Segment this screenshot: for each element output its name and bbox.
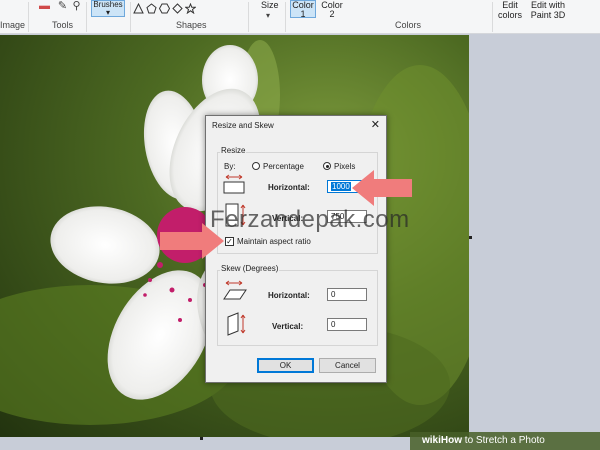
horizontal-label: Horizontal: (268, 183, 310, 192)
divider (130, 2, 131, 32)
star-shape-icon[interactable] (185, 3, 196, 14)
horizontal-value: 1000 (331, 182, 351, 191)
eraser-icon[interactable]: ▬ (38, 1, 51, 12)
percentage-label[interactable]: Percentage (263, 162, 304, 171)
color1-label: Color 1 (292, 0, 314, 19)
maintain-aspect-label[interactable]: Maintain aspect ratio (237, 237, 311, 246)
pointer-arrow-horizontal (352, 170, 412, 206)
diamond-shape-icon[interactable] (172, 3, 183, 14)
skew-group-title: Skew (Degrees) (220, 264, 280, 273)
percentage-radio[interactable] (252, 162, 260, 170)
vertical-skew-icon (227, 312, 246, 336)
divider (86, 2, 87, 32)
caption-how: How (440, 435, 463, 446)
color2-button[interactable]: Color 2 (320, 0, 344, 19)
skew-horizontal-input[interactable]: 0 (327, 288, 367, 301)
by-label: By: (224, 162, 236, 171)
skew-vertical-input[interactable]: 0 (327, 318, 367, 331)
chevron-down-icon: ▾ (105, 8, 110, 17)
chevron-down-icon[interactable]: ▾ (266, 11, 270, 20)
resize-handle[interactable] (469, 236, 472, 239)
edit-with-paint3d-button[interactable]: Edit with Paint 3D (528, 0, 568, 20)
ok-label: OK (279, 361, 292, 370)
skew-vertical-value: 0 (331, 320, 336, 329)
magnifier-icon[interactable]: ⚲ (70, 1, 83, 12)
divider (248, 2, 249, 32)
hexagon-shape-icon[interactable] (159, 3, 170, 14)
edit-colors-label: Edit colors (497, 0, 522, 20)
color-picker-icon[interactable]: ✎ (56, 1, 69, 12)
image-group-label: Image (0, 20, 26, 30)
colors-group-label: Colors (395, 20, 422, 30)
close-icon[interactable]: ✕ (371, 118, 380, 131)
skew-horizontal-label: Horizontal: (268, 291, 310, 300)
skew-horizontal-value: 0 (331, 290, 336, 299)
triangle-shape-icon[interactable] (133, 3, 144, 14)
skew-vertical-label: Vertical: (272, 322, 304, 331)
divider (28, 2, 29, 32)
divider (492, 2, 493, 32)
cancel-button[interactable]: Cancel (319, 358, 376, 373)
cancel-label: Cancel (335, 361, 360, 370)
caption-bar: wikiHow to Stretch a Photo (410, 432, 600, 450)
resize-group-title: Resize (220, 146, 247, 155)
horizontal-resize-icon (223, 174, 245, 194)
caption-text: to Stretch a Photo (462, 435, 545, 446)
size-label[interactable]: Size (261, 0, 279, 10)
pentagon-shape-icon[interactable] (146, 3, 157, 14)
resize-handle[interactable] (200, 437, 203, 440)
color1-button[interactable]: Color 1 (290, 0, 316, 19)
edit-paint3d-label: Edit with Paint 3D (530, 0, 566, 20)
shapes-group-label: Shapes (176, 20, 207, 30)
watermark: Ferzandepak.com (210, 206, 410, 233)
ribbon: Image ▬ ✎ ⚲ Tools Brushes ▾ Shapes Size … (0, 0, 600, 34)
brushes-button[interactable]: Brushes ▾ (91, 0, 125, 17)
pixels-radio[interactable] (323, 162, 331, 170)
tools-group-label: Tools (52, 20, 74, 30)
horizontal-skew-icon (223, 280, 247, 300)
wiki-logo: wiki (422, 435, 441, 446)
ok-button[interactable]: OK (257, 358, 314, 373)
maintain-aspect-checkbox[interactable]: ✓ (225, 237, 234, 246)
dialog-title: Resize and Skew (212, 121, 274, 130)
color2-label: Color 2 (321, 0, 343, 19)
resize-skew-dialog: Resize and Skew ✕ Resize By: Percentage … (205, 115, 387, 383)
divider (285, 2, 286, 32)
check-icon: ✓ (226, 237, 233, 246)
edit-colors-button[interactable]: Edit colors (497, 0, 523, 20)
